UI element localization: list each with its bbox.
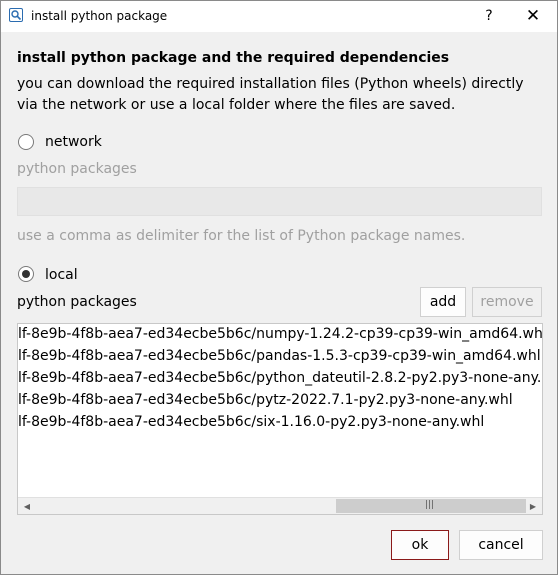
- dialog-description: you can download the required installati…: [17, 76, 524, 113]
- window-title: install python package: [31, 9, 168, 23]
- scroll-left-icon[interactable]: ◀: [20, 500, 34, 514]
- list-item[interactable]: lf-8e9b-4f8b-aea7-ed34ecbe5b6c/numpy-1.2…: [18, 326, 542, 342]
- install-package-dialog: install python package ? ✕ install pytho…: [0, 0, 558, 575]
- network-packages-input[interactable]: [17, 187, 542, 216]
- local-packages-label: python packages: [17, 294, 137, 310]
- scroll-grip: |||: [425, 500, 435, 510]
- local-files-list[interactable]: lf-8e9b-4f8b-aea7-ed34ecbe5b6c/numpy-1.2…: [17, 323, 543, 515]
- list-item[interactable]: lf-8e9b-4f8b-aea7-ed34ecbe5b6c/six-1.16.…: [18, 414, 484, 430]
- add-button[interactable]: add: [420, 287, 466, 317]
- help-button[interactable]: ?: [477, 5, 501, 27]
- horizontal-scrollbar[interactable]: ◀ ||| ▶: [18, 497, 542, 514]
- search-icon: [9, 8, 23, 22]
- ok-button[interactable]: ok: [391, 530, 449, 560]
- network-hint: use a comma as delimiter for the list of…: [17, 228, 466, 244]
- scroll-right-icon[interactable]: ▶: [526, 500, 540, 514]
- list-item[interactable]: lf-8e9b-4f8b-aea7-ed34ecbe5b6c/pytz-2022…: [18, 392, 513, 408]
- scrollbar-thumb[interactable]: |||: [336, 499, 526, 513]
- close-button[interactable]: ✕: [521, 5, 545, 27]
- dialog-heading: install python package and the required …: [17, 50, 450, 66]
- network-packages-label: python packages: [17, 161, 137, 177]
- local-radio-label[interactable]: local: [45, 267, 78, 283]
- list-item[interactable]: lf-8e9b-4f8b-aea7-ed34ecbe5b6c/pandas-1.…: [18, 348, 541, 364]
- local-radio[interactable]: [18, 266, 34, 282]
- network-radio[interactable]: [18, 134, 34, 150]
- list-item[interactable]: lf-8e9b-4f8b-aea7-ed34ecbe5b6c/python_da…: [18, 370, 542, 386]
- network-radio-label[interactable]: network: [45, 134, 102, 150]
- title-bar: install python package ? ✕: [1, 1, 557, 32]
- remove-button[interactable]: remove: [472, 287, 542, 317]
- cancel-button[interactable]: cancel: [459, 530, 543, 560]
